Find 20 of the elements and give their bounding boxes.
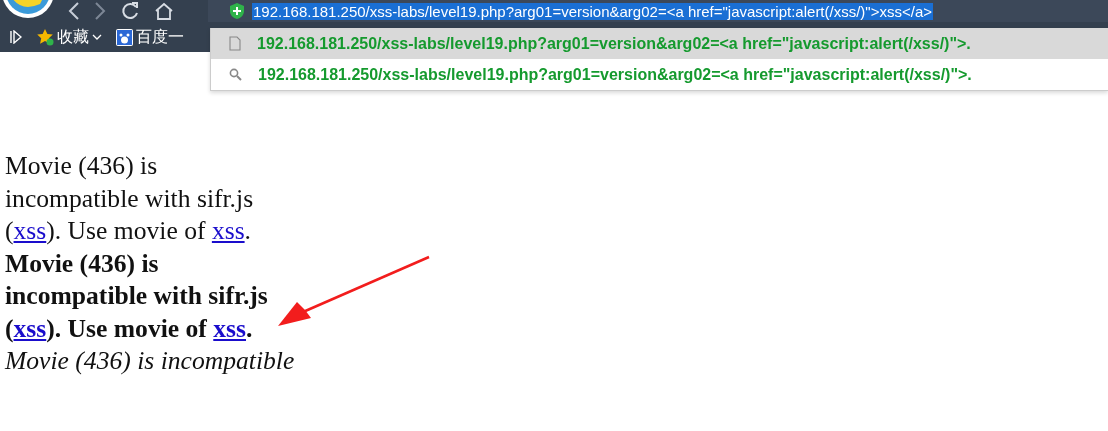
link[interactable]: xss [213,313,246,343]
expand-icon[interactable] [10,30,22,44]
url-field[interactable]: 192.168.181.250/xss-labs/level19.php?arg01=version&arg02=<a href="javascript:alert(/xss/)">xss</a> [252,2,933,20]
link[interactable]: xss [211,216,245,245]
chevron-down-icon[interactable] [92,33,102,41]
paragraph: Movie (436) is incompatible with sifr.js (xss). Use movie of xss. [5,247,269,345]
suggestion-item[interactable]: 192.168.181.250/xss-labs/level19.php?arg01=version&arg02=<a href="javascript:alert(/xss/)">. [211,59,1108,90]
document-icon [229,36,241,51]
home-icon[interactable] [154,2,174,20]
back-icon[interactable] [68,2,80,20]
paw-icon [116,28,133,46]
paragraph: Movie (436) is incompatible with sifr.js (xss). Use movie of xss. [5,150,255,247]
search-icon [229,68,242,81]
paragraph: Movie (436) is incompatible [5,345,296,377]
forward-icon[interactable] [94,2,106,20]
refresh-icon[interactable] [120,1,140,21]
shield-icon [230,3,244,19]
bookmark-label[interactable]: 百度一 [136,26,184,48]
star-icon [36,28,54,46]
bookmark-label[interactable]: 收藏 [57,26,89,48]
